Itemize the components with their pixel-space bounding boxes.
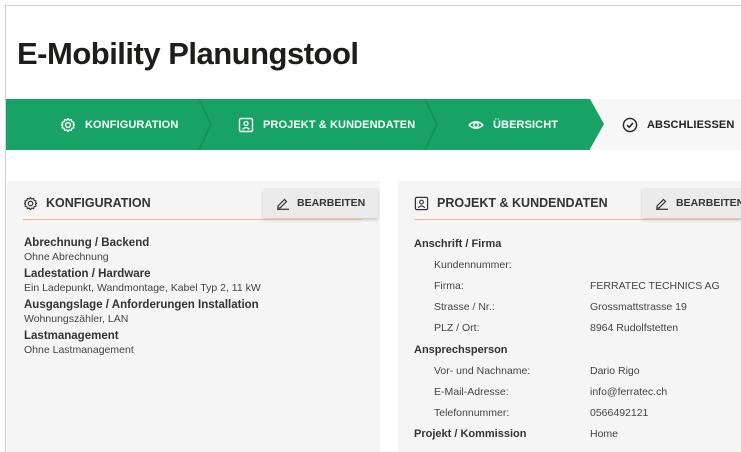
config-item-title: Ausgangslage / Anforderungen Installatio… [24,299,259,311]
info-label: Firma: [434,279,464,292]
info-value: FERRATEC TECHNICS AG [590,279,720,292]
gear-icon [23,196,38,211]
info-label: Kundennummer: [434,258,512,271]
info-value: 8964 Rudolfstetten [590,322,679,335]
config-item-value: Ohne Lastmanagement [24,344,134,356]
step-uebersicht[interactable]: Übersicht [468,99,558,150]
step-label: Übersicht [493,118,559,131]
config-item: Lastmanagement Ohne Lastmanagement [24,329,364,357]
edit-button-label: Bearbeiten [297,197,366,209]
section-heading-label: Ansprechsperson [414,343,508,356]
info-label: Vor- und Nachname: [434,364,531,377]
project-info-list: Anschrift / Firma Kundennummer: Firma: F… [414,233,734,445]
info-value: info@ferratec.ch [590,385,668,398]
step-label: Projekt & Kundendaten [263,118,416,131]
pencil-icon [655,196,669,210]
config-item-value: Ein Ladepunkt, Wandmontage, Kabel Typ 2,… [24,282,261,294]
stepper-chevron-divider [196,99,214,150]
info-row: E-Mail-Adresse: info@ferratec.ch [414,381,734,402]
info-row: Firma: FERRATEC TECHNICS AG [414,275,734,296]
info-value: Home [590,428,619,441]
contact-card-icon [238,117,254,133]
section-heading: Projekt / Kommission Home [414,424,734,445]
step-abschliessen[interactable]: Abschliessen [622,99,734,150]
info-row: Kundennummer: [414,254,734,275]
contact-card-icon [414,196,429,211]
gear-icon [60,117,76,133]
info-value: 0566492121 [590,407,649,420]
info-label: E-Mail-Adresse: [434,385,509,398]
info-row: Vor- und Nachname: Dario Rigo [414,360,734,381]
info-label: Telefonnummer: [434,407,510,420]
config-item-title: Lastmanagement [24,330,119,342]
progress-stepper: Konfiguration Projekt & Kundendaten Über… [6,99,741,150]
config-item: Ladestation / Hardware Ein Ladepunkt, Wa… [24,267,364,295]
config-item-value: Wohnungszähler, LAN [24,313,129,325]
info-row: PLZ / Ort: 8964 Rudolfstetten [414,318,734,339]
config-item-title: Ladestation / Hardware [24,268,151,280]
config-item: Ausgangslage / Anforderungen Installatio… [24,298,364,326]
stepper-chevron-divider [422,99,440,150]
step-projekt-kundendaten[interactable]: Projekt & Kundendaten [238,99,415,150]
configuration-list: Abrechnung / Backend Ohne Abrechnung Lad… [24,236,364,360]
info-value: Dario Rigo [590,364,640,377]
panel-divider [23,219,362,220]
info-row: Telefonnummer: 0566492121 [414,403,734,424]
config-item-value: Ohne Abrechnung [24,251,109,263]
panel-title: Konfiguration [46,196,151,210]
info-label: PLZ / Ort: [434,322,480,335]
stepper-arrow-tip [590,99,604,149]
step-konfiguration[interactable]: Konfiguration [60,99,178,150]
config-item-title: Abrechnung / Backend [24,237,150,249]
page-title: E-Mobility Planungstool [17,36,359,71]
section-heading: Ansprechsperson [414,339,734,360]
check-circle-icon [622,117,638,133]
section-heading-label: Projekt / Kommission [414,428,527,441]
configuration-panel: Konfiguration Bearbeiten Abrechnung / Ba… [7,181,380,452]
panel-title: Projekt & Kundendaten [437,196,608,210]
step-label: Abschliessen [647,118,735,131]
info-row: Strasse / Nr.: Grossmattstrasse 19 [414,297,734,318]
edit-project-button[interactable]: Bearbeiten [642,188,741,218]
info-value: Grossmattstrasse 19 [590,301,687,314]
section-heading: Anschrift / Firma [414,233,734,254]
info-label: Strasse / Nr.: [434,301,495,314]
edit-button-label: Bearbeiten [676,197,741,209]
edit-configuration-button[interactable]: Bearbeiten [263,188,379,218]
pencil-icon [276,196,290,210]
project-customer-panel: Projekt & Kundendaten Bearbeiten Anschri… [398,181,741,452]
step-label: Konfiguration [85,118,179,131]
panel-divider [414,219,739,220]
section-heading-label: Anschrift / Firma [414,237,502,250]
eye-icon [468,117,484,133]
config-item: Abrechnung / Backend Ohne Abrechnung [24,236,364,264]
